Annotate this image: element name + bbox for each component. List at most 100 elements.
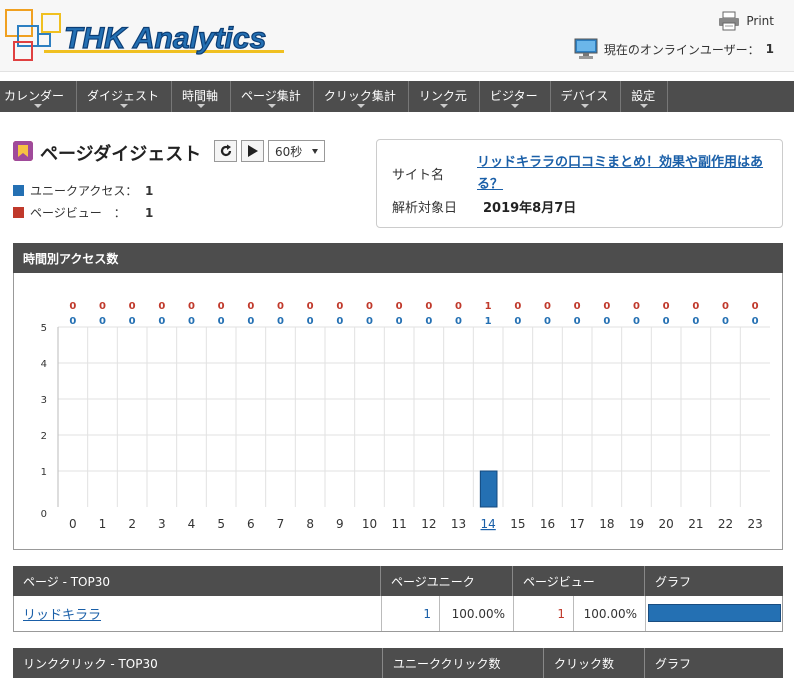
- nav-item-label: カレンダー: [4, 89, 65, 103]
- nav-item-1[interactable]: ダイジェスト: [77, 81, 173, 112]
- x-tick-label: 4: [188, 517, 196, 531]
- x-tick-label: 10: [362, 517, 377, 531]
- pageview-value-label: 0: [455, 301, 462, 312]
- unique-value-label: 0: [544, 316, 551, 327]
- nav-item-label: 時間軸: [182, 89, 219, 103]
- chevron-down-icon: [34, 104, 42, 108]
- hourly-access-panel-header: 時間別アクセス数: [13, 243, 783, 273]
- nav-item-label: クリック集計: [323, 89, 396, 103]
- page-pageview-pct-cell: 100.00%: [573, 596, 645, 631]
- nav-item-3[interactable]: ページ集計: [231, 81, 314, 112]
- analysis-date-label: 解析対象日: [392, 201, 458, 216]
- x-tick-label: 7: [277, 517, 285, 531]
- thk-analytics-logo[interactable]: THK Analytics: [4, 4, 294, 66]
- pageview-value-label: 0: [752, 301, 759, 312]
- x-tick-label: 8: [306, 517, 314, 531]
- chevron-down-icon: [510, 104, 519, 108]
- page-graph-cell: [645, 596, 782, 631]
- nav-item-2[interactable]: 時間軸: [172, 81, 232, 112]
- online-users-count: 1: [765, 42, 774, 56]
- nav-item-label: ビジター: [489, 89, 538, 103]
- nav-item-6[interactable]: ビジター: [480, 81, 551, 112]
- refresh-interval-select[interactable]: 60秒: [268, 140, 325, 162]
- refresh-icon: [220, 144, 231, 157]
- x-tick-label: 22: [718, 517, 733, 531]
- pageview-value-label: 0: [366, 301, 373, 312]
- pageview-value-label: 0: [692, 301, 699, 312]
- pageview-value-label: 0: [336, 301, 343, 312]
- page-pageview-cell: 1: [513, 596, 573, 631]
- nav-item-4[interactable]: クリック集計: [314, 81, 409, 112]
- online-users-label: 現在のオンラインユーザー：: [603, 42, 760, 57]
- unique-value-label: 0: [574, 316, 581, 327]
- play-icon: [247, 145, 258, 157]
- analysis-date-value: 2019年8月7日: [483, 201, 577, 216]
- refresh-button[interactable]: [214, 140, 237, 162]
- pageview-value-label: 0: [396, 301, 403, 312]
- print-button[interactable]: Print: [718, 10, 774, 32]
- pageview-value-label: 0: [574, 301, 581, 312]
- refresh-interval-value: 60秒: [275, 144, 303, 159]
- nav-item-5[interactable]: リンク元: [409, 81, 480, 112]
- pageview-value-label: 0: [425, 301, 432, 312]
- chevron-down-icon: [640, 104, 649, 108]
- page-unique-cell: 1: [381, 596, 439, 631]
- unique-value-label: 0: [69, 316, 76, 327]
- unique-value-label: 0: [336, 316, 343, 327]
- play-button[interactable]: [241, 140, 264, 162]
- x-tick-label: 1: [99, 517, 107, 531]
- page-cell: リッドキララ: [14, 596, 381, 631]
- hourly-access-chart-svg: 0123450000010020030040050060070080090010…: [41, 301, 770, 531]
- x-tick-label: 11: [392, 517, 407, 531]
- legend-unique: ユニークアクセス： 1: [13, 182, 153, 199]
- chevron-down-icon: [439, 104, 448, 108]
- y-tick-label: 2: [41, 431, 47, 442]
- x-tick-link[interactable]: 14: [481, 517, 496, 531]
- printer-icon: [719, 11, 740, 31]
- unique-value-label: 0: [129, 316, 136, 327]
- pageview-value-label: 0: [247, 301, 254, 312]
- page-link[interactable]: リッドキララ: [14, 604, 101, 623]
- nav-item-label: リンク元: [418, 89, 467, 103]
- link-table-header: リンククリック - TOP30 ユニーククリック数 クリック数 グラフ: [13, 648, 783, 678]
- monitor-icon: [574, 38, 598, 59]
- chevron-down-icon: [356, 104, 365, 108]
- bookmark-icon: [13, 141, 33, 161]
- site-name-link[interactable]: リッドキララの口コミまとめ！効果や副作用はある？: [477, 152, 767, 196]
- hourly-access-chart: 0 1 2 3 4 5 0 0 0 0 0 1 0 0 2 0 0 3 0 0 4 0 0 5 0 0 6 0 0 7 0 0 8 0 0 9 0 0 10…: [13, 273, 783, 550]
- pageview-value-label: 0: [722, 301, 729, 312]
- x-tick-label: 17: [570, 517, 585, 531]
- nav-item-8[interactable]: 設定: [621, 81, 669, 112]
- table-row: リッドキララ 1 100.00% 1 100.00%: [13, 596, 783, 632]
- unique-value-label: 0: [366, 316, 373, 327]
- links-col-link: リンククリック - TOP30: [23, 657, 158, 671]
- unique-value-label: 0: [425, 316, 432, 327]
- legend-pageview-label: ページビュー ：: [30, 206, 126, 220]
- legend-unique-swatch: [13, 185, 24, 196]
- page-graph-bar: [648, 604, 781, 622]
- pageview-value-label: 0: [633, 301, 640, 312]
- unique-value-label: 0: [277, 316, 284, 327]
- x-tick-label: 2: [128, 517, 136, 531]
- x-tick-label: 18: [599, 517, 614, 531]
- chevron-down-icon: [581, 104, 590, 108]
- unique-value-label: 0: [722, 316, 729, 327]
- pages-col-graph: グラフ: [644, 566, 783, 596]
- nav-item-label: 設定: [631, 89, 656, 103]
- pages-col-pageview: ページビュー: [512, 566, 644, 596]
- nav-item-label: ページ集計: [241, 89, 301, 103]
- svg-text:THK Analytics: THK Analytics: [64, 22, 266, 55]
- pageview-value-label: 0: [69, 301, 76, 312]
- pageview-value-label: 1: [485, 301, 492, 312]
- links-col-clicks: クリック数: [543, 648, 644, 678]
- nav-item-0[interactable]: カレンダー: [0, 81, 78, 112]
- pageview-value-label: 0: [307, 301, 314, 312]
- unique-value-label: 0: [633, 316, 640, 327]
- chevron-down-icon: [267, 104, 276, 108]
- nav-item-7[interactable]: デバイス: [551, 81, 622, 112]
- chevron-down-icon: [120, 104, 129, 108]
- print-label: Print: [746, 14, 774, 28]
- pageview-value-label: 0: [544, 301, 551, 312]
- hourly-access-title: 時間別アクセス数: [23, 252, 119, 266]
- pageview-value-label: 0: [514, 301, 521, 312]
